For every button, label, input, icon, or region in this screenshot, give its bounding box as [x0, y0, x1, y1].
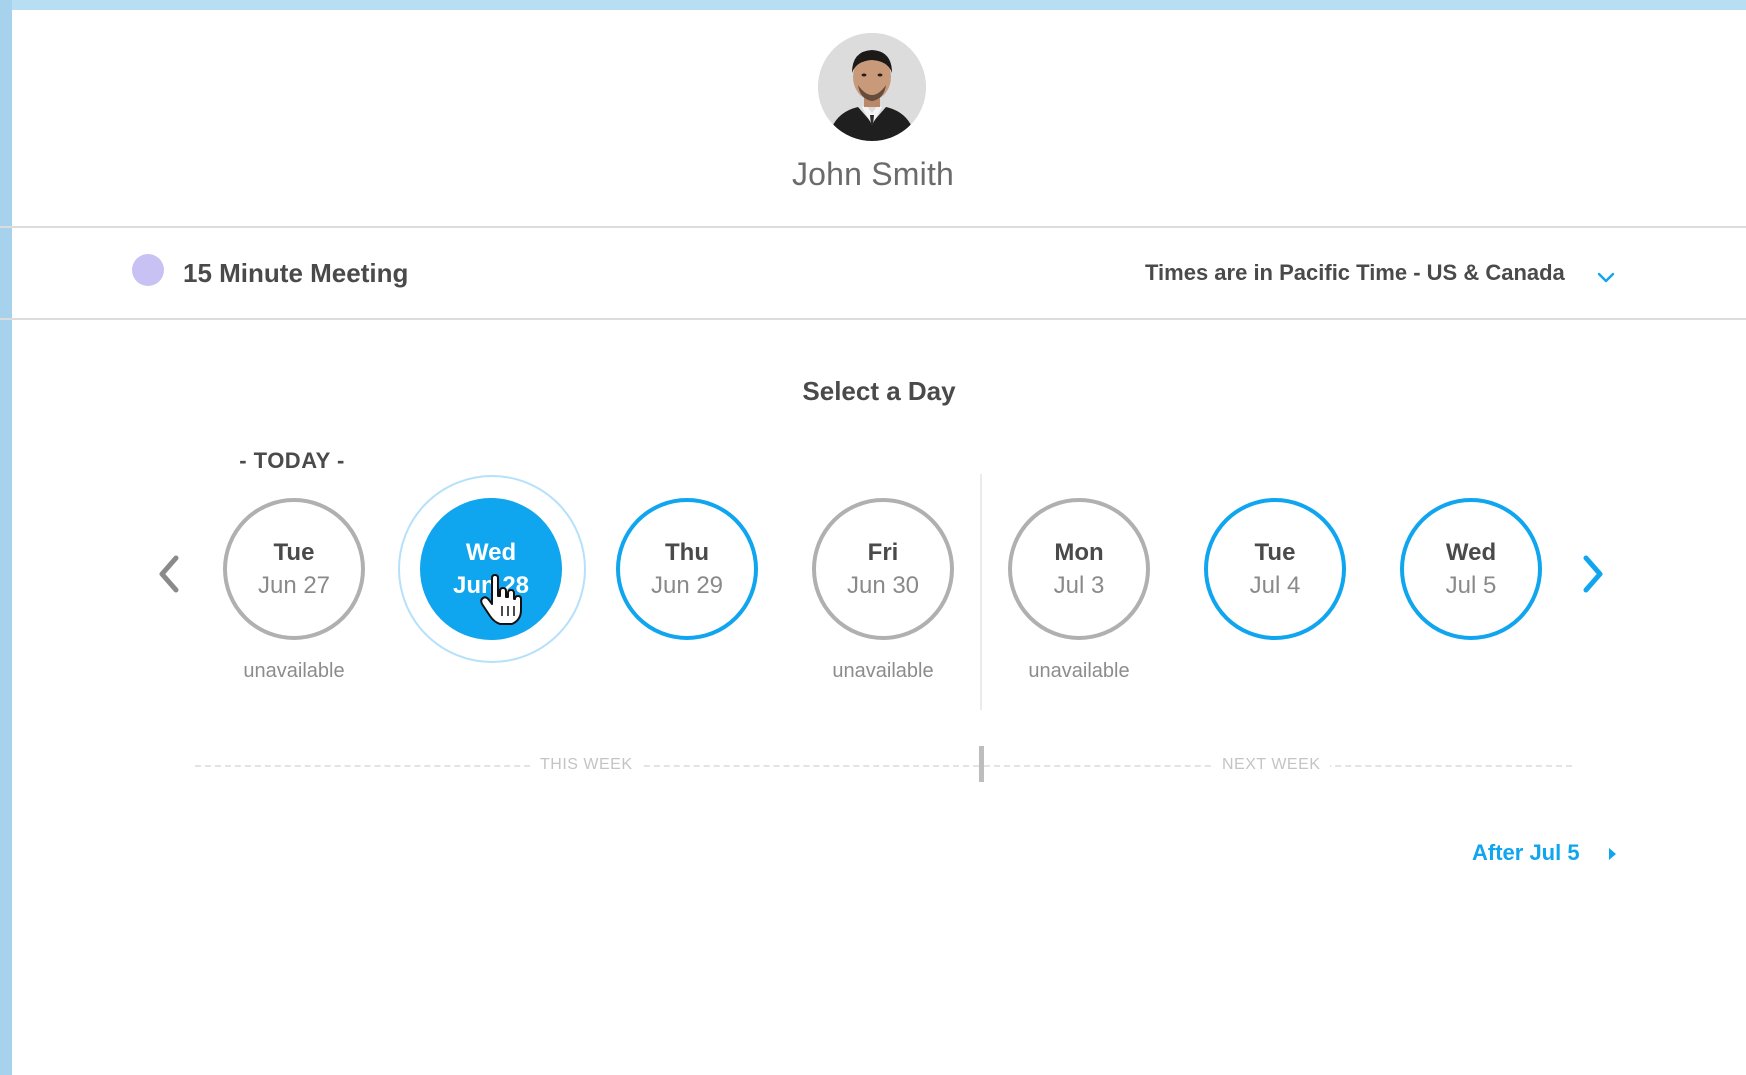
unavailable-label: unavailable	[1028, 660, 1130, 682]
timezone-selector[interactable]: Times are in Pacific Time - US & Canada	[1145, 260, 1565, 286]
caret-right-icon[interactable]	[1606, 845, 1618, 863]
day-button-jun-30[interactable]: Fri Jun 30	[812, 498, 954, 640]
window-top-edge	[0, 0, 1746, 10]
day-button-jul-3[interactable]: Mon Jul 3	[1008, 498, 1150, 640]
event-color-dot	[132, 254, 164, 286]
day-date: Jul 4	[1249, 572, 1301, 599]
owner-name: John Smith	[791, 156, 955, 192]
day-name: Tue	[273, 539, 315, 566]
unavailable-label: unavailable	[832, 660, 934, 682]
day-button-jun-29[interactable]: Thu Jun 29	[616, 498, 758, 640]
day-button-jun-27[interactable]: Tue Jun 27	[223, 498, 365, 640]
chevron-left-icon[interactable]	[152, 550, 184, 598]
day-date: Jul 3	[1053, 572, 1105, 599]
week-separator	[980, 474, 982, 710]
day-date: Jun 27	[257, 572, 331, 599]
day-date: Jun 29	[650, 572, 724, 599]
event-name: 15 Minute Meeting	[183, 258, 409, 288]
day-name: Thu	[665, 539, 709, 566]
day-button-jul-4[interactable]: Tue Jul 4	[1204, 498, 1346, 640]
unavailable-label: unavailable	[243, 660, 345, 682]
header-divider	[0, 226, 1746, 228]
after-date-link[interactable]: After Jul 5	[1472, 840, 1580, 866]
day-name: Tue	[1254, 539, 1296, 566]
day-name: Fri	[867, 539, 899, 566]
event-bar-divider	[0, 318, 1746, 320]
day-name: Wed	[465, 539, 517, 566]
day-name: Mon	[1054, 539, 1104, 566]
day-date: Jun 30	[846, 572, 920, 599]
chevron-down-icon[interactable]	[1596, 270, 1616, 284]
chevron-right-icon[interactable]	[1578, 550, 1610, 598]
page-title: Select a Day	[802, 376, 956, 406]
this-week-label: THIS WEEK	[530, 756, 643, 774]
day-date: Jun 28	[452, 572, 530, 599]
today-label: - TODAY -	[239, 448, 345, 473]
day-button-jul-5[interactable]: Wed Jul 5	[1400, 498, 1542, 640]
week-boundary-tick	[979, 746, 984, 782]
day-date: Jul 5	[1445, 572, 1497, 599]
day-button-jun-28[interactable]: Wed Jun 28	[420, 498, 562, 640]
day-name: Wed	[1445, 539, 1497, 566]
next-week-label: NEXT WEEK	[1212, 756, 1331, 774]
avatar	[818, 33, 926, 141]
